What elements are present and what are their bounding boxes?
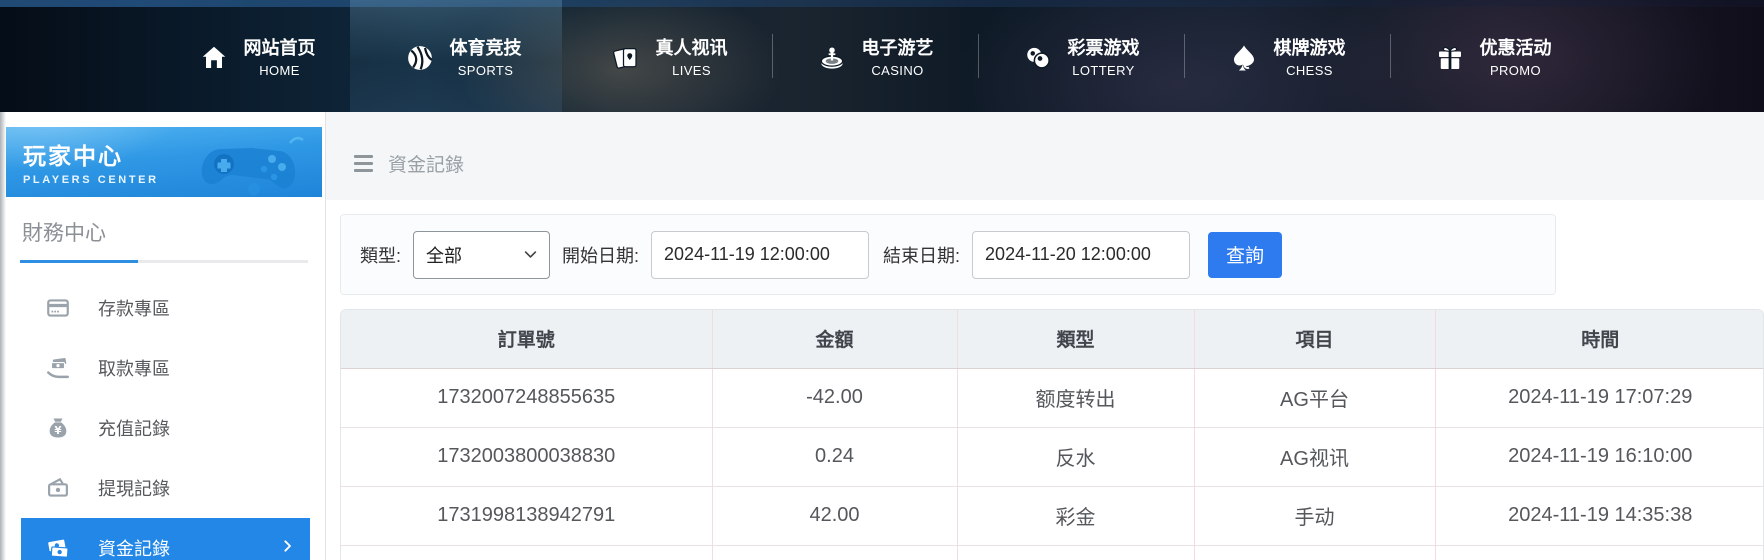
- menu-toggle-icon[interactable]: [354, 155, 373, 172]
- sidebar-item-label: 取款專區: [98, 355, 170, 381]
- sidebar-item-money-bag[interactable]: ¥ 充值記錄: [21, 398, 310, 458]
- table-cell: 2024-11-19 16:10:00: [1435, 427, 1764, 486]
- nav-item-label-en: SPORTS: [458, 63, 514, 78]
- main-nav: 网站首页 HOME 体育竞技 SPORTS 真人视讯 LIVES 电子游艺 CASINO 彩票游…: [0, 0, 1764, 112]
- players-center-title: 玩家中心: [23, 137, 322, 171]
- nav-items: 网站首页 HOME 体育竞技 SPORTS 真人视讯 LIVES 电子游艺 CASINO 彩票游…: [154, 0, 1596, 112]
- table-cell: 彩金: [957, 486, 1194, 545]
- column-header: 金額: [712, 310, 957, 368]
- spade-icon: [1229, 43, 1259, 73]
- main-content: 資金記錄 類型: 全部 開始日期: 結束日期: 查詢 訂單號金額類型: [326, 112, 1764, 560]
- table-cell: 反水: [957, 427, 1194, 486]
- money-bag-icon: ¥: [45, 415, 71, 441]
- column-header: 時間: [1435, 310, 1764, 368]
- wallet-icon: [45, 475, 71, 501]
- table-cell: 1731998138942791: [341, 486, 712, 545]
- column-header: 訂單號: [341, 310, 712, 368]
- nav-item-label-zh: 电子游艺: [862, 38, 934, 60]
- sidebar-menu: 存款專區取款專區 ¥ 充值記錄提現記錄資金記錄: [21, 278, 310, 560]
- table-cell: [712, 545, 957, 560]
- nav-item-label-en: HOME: [259, 63, 300, 78]
- table-cell: 0.24: [712, 427, 957, 486]
- table-row: 173199813894279142.00彩金手动2024-11-19 14:3…: [341, 486, 1764, 545]
- sidebar-item-label: 充值記錄: [98, 415, 170, 441]
- type-select-value: 全部: [426, 242, 462, 268]
- type-select[interactable]: 全部: [413, 231, 550, 279]
- breadcrumb: 資金記錄: [326, 112, 1764, 200]
- nav-item-label-zh: 网站首页: [244, 38, 316, 60]
- table-cell: -42.00: [712, 368, 957, 427]
- nav-item-label-en: LIVES: [672, 63, 711, 78]
- table-cell: 1732007248855635: [341, 368, 712, 427]
- table-cell: [1194, 545, 1435, 560]
- nav-item-label-zh: 体育竞技: [450, 38, 522, 60]
- banknotes-icon: [45, 535, 71, 560]
- table-cell: 1732003800038830: [341, 427, 712, 486]
- column-header: 項目: [1194, 310, 1435, 368]
- section-divider: [20, 260, 308, 263]
- sidebar-item-credit-card[interactable]: 存款專區: [21, 278, 310, 338]
- sidebar: 玩家中心 PLAYERS CENTER 財務中心 存款專區取款專區 ¥ 充值記錄提現…: [0, 112, 326, 560]
- search-button[interactable]: 查詢: [1208, 232, 1282, 278]
- sidebar-item-label: 存款專區: [98, 295, 170, 321]
- lottery-balls-icon: [1023, 43, 1053, 73]
- table-cell: 42.00: [712, 486, 957, 545]
- type-label: 類型:: [360, 242, 401, 268]
- table-row: [341, 545, 1764, 560]
- hand-money-icon: [45, 355, 71, 381]
- start-date-input[interactable]: [651, 231, 869, 279]
- nav-item-lives[interactable]: 真人视讯 LIVES: [566, 0, 772, 112]
- table-header-row: 訂單號金額類型項目時間: [341, 310, 1764, 368]
- nav-item-label-en: CASINO: [871, 63, 923, 78]
- end-date-input[interactable]: [972, 231, 1190, 279]
- sidebar-item-banknotes[interactable]: 資金記錄: [21, 518, 310, 560]
- sidebar-item-wallet[interactable]: 提現記錄: [21, 458, 310, 518]
- end-date-label: 結束日期:: [883, 242, 960, 268]
- credit-card-icon: [45, 295, 71, 321]
- table-cell: [341, 545, 712, 560]
- nav-item-label-en: CHESS: [1286, 63, 1333, 78]
- nav-item-label-en: LOTTERY: [1072, 63, 1135, 78]
- sidebar-item-hand-money[interactable]: 取款專區: [21, 338, 310, 398]
- sports-ball-icon: [405, 43, 435, 73]
- roulette-icon: [817, 43, 847, 73]
- filter-bar: 類型: 全部 開始日期: 結束日期: 查詢: [340, 214, 1556, 295]
- nav-item-casino[interactable]: 电子游艺 CASINO: [772, 0, 978, 112]
- nav-item-sports[interactable]: 体育竞技 SPORTS: [360, 0, 566, 112]
- players-center-subtitle: PLAYERS CENTER: [23, 174, 322, 186]
- column-header: 類型: [957, 310, 1194, 368]
- table-cell: 额度转出: [957, 368, 1194, 427]
- finance-center-section-title: 財務中心: [22, 217, 325, 247]
- table-row: 17320038000388300.24反水AG视讯2024-11-19 16:…: [341, 427, 1764, 486]
- table-row: 1732007248855635-42.00额度转出AG平台2024-11-19…: [341, 368, 1764, 427]
- chevron-right-icon: [280, 538, 295, 559]
- nav-item-promo[interactable]: 优惠活动 PROMO: [1390, 0, 1596, 112]
- table-cell: 2024-11-19 17:07:29: [1435, 368, 1764, 427]
- funds-record-table: 訂單號金額類型項目時間 1732007248855635-42.00额度转出AG…: [340, 309, 1764, 560]
- nav-item-chess[interactable]: 棋牌游戏 CHESS: [1184, 0, 1390, 112]
- table-cell: [957, 545, 1194, 560]
- nav-item-home[interactable]: 网站首页 HOME: [154, 0, 360, 112]
- nav-item-label-zh: 优惠活动: [1480, 38, 1552, 60]
- gift-icon: [1435, 43, 1465, 73]
- table-cell: AG视讯: [1194, 427, 1435, 486]
- start-date-label: 開始日期:: [562, 242, 639, 268]
- playing-cards-icon: [611, 43, 641, 73]
- nav-item-label-zh: 真人视讯: [656, 38, 728, 60]
- table-cell: AG平台: [1194, 368, 1435, 427]
- nav-item-lottery[interactable]: 彩票游戏 LOTTERY: [978, 0, 1184, 112]
- chevron-down-icon: [524, 248, 537, 261]
- nav-item-label-zh: 棋牌游戏: [1274, 38, 1346, 60]
- players-center-header: 玩家中心 PLAYERS CENTER: [6, 127, 322, 197]
- home-icon: [199, 43, 229, 73]
- sidebar-item-label: 資金記錄: [98, 535, 170, 560]
- table-cell: [1435, 545, 1764, 560]
- table-cell: 手动: [1194, 486, 1435, 545]
- nav-item-label-en: PROMO: [1490, 63, 1541, 78]
- svg-text:¥: ¥: [54, 425, 62, 437]
- breadcrumb-label: 資金記錄: [388, 150, 464, 177]
- table-cell: 2024-11-19 14:35:38: [1435, 486, 1764, 545]
- nav-item-label-zh: 彩票游戏: [1068, 38, 1140, 60]
- sidebar-item-label: 提現記錄: [98, 475, 170, 501]
